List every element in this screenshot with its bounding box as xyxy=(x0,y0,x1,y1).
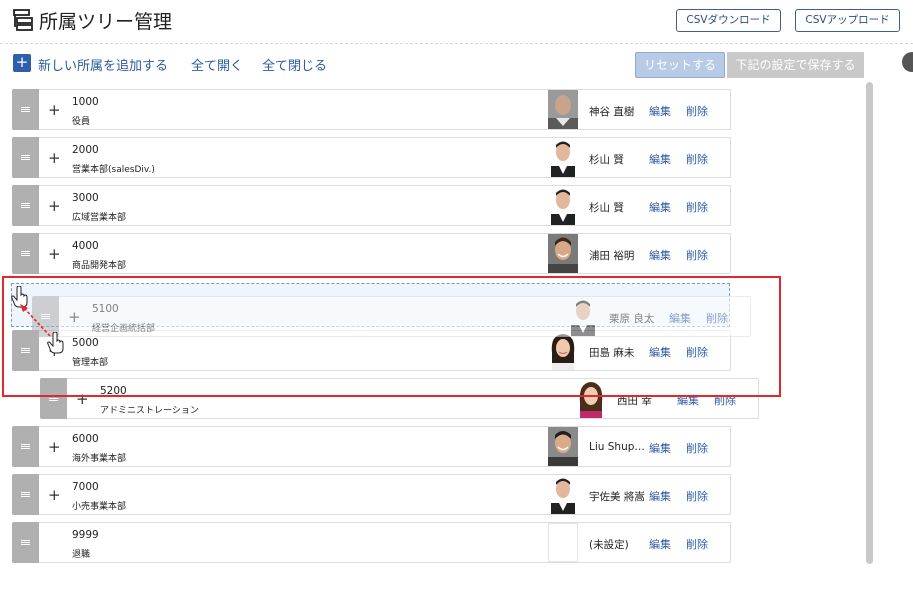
department-code: 3000 xyxy=(72,192,99,204)
delete-link[interactable]: 削除 xyxy=(686,103,708,119)
drag-handle-icon[interactable] xyxy=(12,89,39,130)
drag-handle-icon[interactable] xyxy=(12,137,39,178)
side-panel-toggle-icon[interactable] xyxy=(902,52,913,72)
avatar xyxy=(548,138,578,177)
reset-button[interactable]: リセットする xyxy=(635,52,725,78)
department-code: 6000 xyxy=(72,433,99,445)
save-button[interactable]: 下記の設定で保存する xyxy=(727,52,864,78)
manager-name: 杉山 賢 xyxy=(589,154,624,166)
department-name: 営業本部(salesDiv.) xyxy=(72,165,155,175)
avatar xyxy=(548,90,578,129)
csv-download-button[interactable]: CSVダウンロード xyxy=(676,9,781,32)
avatar xyxy=(548,427,578,466)
expand-icon[interactable]: + xyxy=(48,486,61,504)
edit-link[interactable]: 編集 xyxy=(649,199,671,215)
avatar xyxy=(548,186,578,225)
department-name: 広域営業本部 xyxy=(72,213,127,223)
avatar xyxy=(548,234,578,273)
delete-link[interactable]: 削除 xyxy=(686,151,708,167)
annotation-highlight-box xyxy=(2,276,781,397)
department-name: アドミニストレーション xyxy=(100,406,199,416)
tree-management-page: 所属ツリー管理 CSVダウンロード CSVアップロード + 新しい所属を追加する… xyxy=(0,0,913,592)
expand-icon[interactable]: + xyxy=(48,197,61,215)
department-code: 1000 xyxy=(72,96,99,108)
tree-row[interactable]: + 1000 役員 神谷 直樹 編集 削除 xyxy=(12,89,731,130)
expand-all-link[interactable]: 全て開く xyxy=(191,55,243,74)
department-code: 9999 xyxy=(72,529,99,541)
expand-icon[interactable]: + xyxy=(48,245,61,263)
delete-link[interactable]: 削除 xyxy=(686,247,708,263)
edit-link[interactable]: 編集 xyxy=(649,488,671,504)
drag-handle-icon[interactable] xyxy=(12,426,39,467)
scrollbar[interactable] xyxy=(866,82,873,564)
tree-row[interactable]: + 7000 小売事業本部 宇佐美 將嵩 編集 削除 xyxy=(12,474,731,515)
expand-icon[interactable]: + xyxy=(48,438,61,456)
manager-name: Liu Shup… xyxy=(589,441,645,453)
expand-icon[interactable]: + xyxy=(48,101,61,119)
csv-upload-button[interactable]: CSVアップロード xyxy=(795,9,900,32)
tree-row[interactable]: + 6000 海外事業本部 Liu Shup… 編集 削除 xyxy=(12,426,731,467)
edit-link[interactable]: 編集 xyxy=(649,103,671,119)
page-title: 所属ツリー管理 xyxy=(39,11,173,33)
add-plus-icon[interactable]: + xyxy=(13,54,31,72)
department-name: 小売事業本部 xyxy=(72,502,127,512)
delete-link[interactable]: 削除 xyxy=(686,488,708,504)
manager-name: 宇佐美 將嵩 xyxy=(589,491,645,503)
manager-name: (未設定) xyxy=(589,539,629,551)
tree-row[interactable]: + 2000 営業本部(salesDiv.) 杉山 賢 編集 削除 xyxy=(12,137,731,178)
avatar xyxy=(548,475,578,514)
edit-link[interactable]: 編集 xyxy=(649,536,671,552)
delete-link[interactable]: 削除 xyxy=(686,440,708,456)
hand-cursor-icon xyxy=(47,332,64,354)
tree-row[interactable]: + 3000 広域営業本部 杉山 賢 編集 削除 xyxy=(12,185,731,226)
header: 所属ツリー管理 CSVダウンロード CSVアップロード xyxy=(0,0,913,44)
tree-row[interactable]: + 4000 商品開発本部 浦田 裕明 編集 削除 xyxy=(12,233,731,274)
department-name: 退職 xyxy=(72,550,91,560)
add-department-link[interactable]: 新しい所属を追加する xyxy=(38,55,168,74)
avatar-empty xyxy=(548,523,578,562)
department-code: 2000 xyxy=(72,144,99,156)
delete-link[interactable]: 削除 xyxy=(686,199,708,215)
department-name: 役員 xyxy=(72,117,91,127)
department-code: 4000 xyxy=(72,240,99,252)
edit-link[interactable]: 編集 xyxy=(649,247,671,263)
edit-link[interactable]: 編集 xyxy=(649,151,671,167)
drag-handle-icon[interactable] xyxy=(12,522,39,563)
drag-handle-icon[interactable] xyxy=(12,185,39,226)
manager-name: 浦田 裕明 xyxy=(589,250,635,262)
collapse-all-link[interactable]: 全て閉じる xyxy=(262,55,327,74)
department-code: 7000 xyxy=(72,481,99,493)
drag-handle-icon[interactable] xyxy=(12,474,39,515)
edit-link[interactable]: 編集 xyxy=(649,440,671,456)
department-name: 商品開発本部 xyxy=(72,261,127,271)
drag-handle-icon[interactable] xyxy=(12,233,39,274)
delete-link[interactable]: 削除 xyxy=(686,536,708,552)
tree-row[interactable]: 9999 退職 (未設定) 編集 削除 xyxy=(12,522,731,563)
manager-name: 杉山 賢 xyxy=(589,202,624,214)
expand-icon[interactable]: + xyxy=(48,149,61,167)
manager-name: 神谷 直樹 xyxy=(589,106,635,118)
tree-list-icon xyxy=(13,9,33,31)
department-name: 海外事業本部 xyxy=(72,454,127,464)
